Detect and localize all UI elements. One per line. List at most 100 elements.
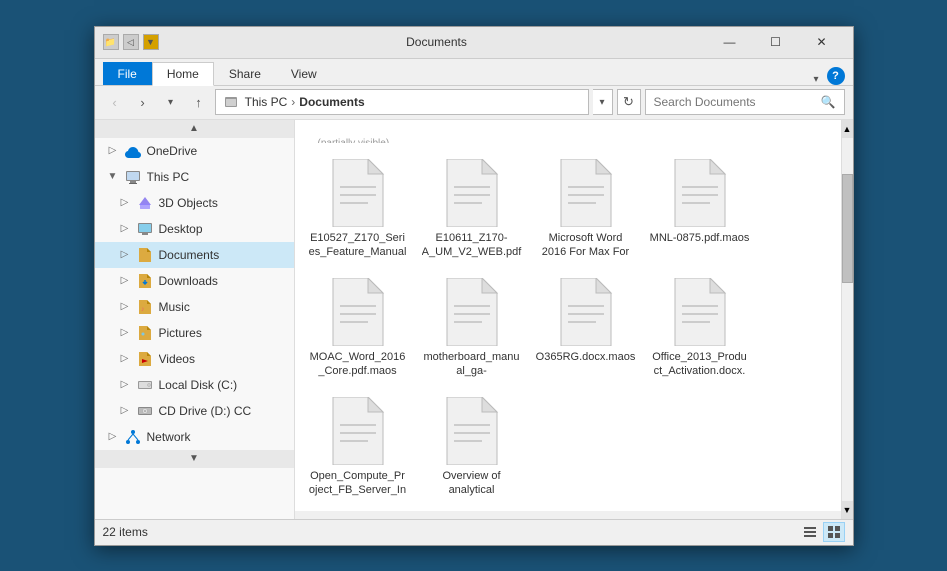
sidebar-item-3d-objects[interactable]: ▷ 3D Objects — [95, 190, 294, 216]
expand-icon-network: ▷ — [107, 431, 119, 442]
documents-icon — [137, 247, 153, 263]
refresh-button[interactable]: ↻ — [617, 89, 641, 115]
local-disk-icon — [137, 377, 153, 393]
file-item-partial-1[interactable]: (partially visible)... — [303, 128, 413, 148]
expand-icon-3d: ▷ — [119, 197, 131, 208]
sidebar-scroll-down[interactable]: ▼ — [95, 450, 294, 468]
sidebar-item-videos[interactable]: ▷ Videos — [95, 346, 294, 372]
expand-icon-onedrive: ▷ — [107, 145, 119, 156]
minimize-button[interactable]: — — [707, 26, 753, 58]
address-dropdown-button[interactable]: ▾ — [593, 89, 613, 115]
this-pc-icon — [125, 169, 141, 185]
sidebar-scroll-up[interactable]: ▲ — [95, 120, 294, 138]
file-icon-2 — [556, 159, 616, 227]
recent-locations-button[interactable]: ▾ — [159, 90, 183, 114]
file-item-4[interactable]: MOAC_Word_2016_Core.pdf.maos — [303, 269, 413, 384]
sidebar-item-this-pc[interactable]: ▼ This PC — [95, 164, 294, 190]
file-label-6: O365RG.docx.maos — [536, 350, 636, 364]
address-path[interactable]: This PC › Documents — [215, 89, 589, 115]
tab-view[interactable]: View — [276, 62, 332, 85]
scrollbar-track — [842, 138, 853, 501]
sidebar-item-desktop[interactable]: ▷ Desktop — [95, 216, 294, 242]
ribbon: File Home Share View ▾ ? — [95, 59, 853, 86]
status-bar: 22 items — [95, 519, 853, 545]
path-item-2: Documents — [299, 95, 364, 109]
back-button[interactable]: ‹ — [103, 90, 127, 114]
scrollbar-down[interactable]: ▼ — [842, 501, 853, 519]
tab-home[interactable]: Home — [152, 62, 214, 86]
tab-share[interactable]: Share — [214, 62, 276, 85]
expand-icon-downloads: ▷ — [119, 275, 131, 286]
search-input[interactable] — [654, 95, 817, 109]
file-item-3[interactable]: MNL-0875.pdf.maos — [645, 150, 755, 265]
cd-drive-icon — [137, 403, 153, 419]
view-toggle-buttons — [799, 522, 845, 542]
sidebar-label-music: Music — [159, 300, 190, 314]
sidebar-item-downloads[interactable]: ▷ Downloads — [95, 268, 294, 294]
search-box[interactable]: 🔍 — [645, 89, 845, 115]
videos-icon — [137, 351, 153, 367]
sidebar-label-videos: Videos — [159, 352, 195, 366]
file-item-1[interactable]: E10611_Z170-A_UM_V2_WEB.pdf.maos — [417, 150, 527, 265]
sidebar-item-local-disk[interactable]: ▷ Local Disk (C:) — [95, 372, 294, 398]
network-icon — [125, 429, 141, 445]
file-area-container: (partially visible)... — [295, 120, 853, 519]
pictures-icon — [137, 325, 153, 341]
file-explorer-window: 📁 ◁ ▼ Documents — ☐ ✕ File Home Share Vi… — [94, 26, 854, 546]
ribbon-collapse-chevron[interactable]: ▾ — [813, 74, 818, 85]
title-icon-1: 📁 — [103, 34, 119, 50]
sidebar-item-music[interactable]: ▷ ♪ Music — [95, 294, 294, 320]
sidebar-label-desktop: Desktop — [159, 222, 203, 236]
expand-icon-pictures: ▷ — [119, 327, 131, 338]
file-item-2[interactable]: Microsoft Word 2016 For Max For Legal Pr… — [531, 150, 641, 265]
expand-icon-documents: ▷ — [119, 249, 131, 260]
file-icon-3 — [670, 159, 730, 227]
music-icon: ♪ — [137, 299, 153, 315]
grid-view-button[interactable] — [823, 522, 845, 542]
sidebar-item-onedrive[interactable]: ▷ OneDrive — [95, 138, 294, 164]
tab-file[interactable]: File — [103, 62, 152, 85]
address-bar: ‹ › ▾ ↑ This PC › Documents ▾ ↻ 🔍 — [95, 86, 853, 120]
vertical-scrollbar[interactable]: ▲ ▼ — [841, 120, 853, 519]
forward-button[interactable]: › — [131, 90, 155, 114]
status-count: 22 items — [103, 525, 148, 539]
sidebar-item-pictures[interactable]: ▷ Pictures — [95, 320, 294, 346]
title-bar-icons: 📁 ◁ ▼ — [103, 34, 159, 50]
file-item-6[interactable]: O365RG.docx.maos — [531, 269, 641, 384]
file-icon-6 — [556, 278, 616, 346]
expand-icon-videos: ▷ — [119, 353, 131, 364]
help-button[interactable]: ? — [827, 67, 845, 85]
file-label-1: E10611_Z170-A_UM_V2_WEB.pdf.maos — [422, 231, 522, 260]
close-button[interactable]: ✕ — [799, 26, 845, 58]
main-area: ▲ ▷ OneDrive ▼ This PC ▷ — [95, 120, 853, 519]
scrollbar-up[interactable]: ▲ — [842, 120, 853, 138]
expand-icon-local-disk: ▷ — [119, 379, 131, 390]
3d-objects-icon — [137, 195, 153, 211]
maximize-button[interactable]: ☐ — [753, 26, 799, 58]
sidebar-label-cd-drive: CD Drive (D:) CC — [159, 404, 252, 418]
window-controls: — ☐ ✕ — [707, 26, 845, 58]
sidebar-item-cd-drive[interactable]: ▷ CD Drive (D:) CC — [95, 398, 294, 424]
file-area: (partially visible)... — [295, 120, 853, 511]
sidebar-label-pictures: Pictures — [159, 326, 202, 340]
sidebar-label-3d: 3D Objects — [159, 196, 218, 210]
file-item-8[interactable]: Open_Compute_Project_FB_Server_Intel_Mot… — [303, 388, 413, 503]
desktop-icon — [137, 221, 153, 237]
file-item-0[interactable]: E10527_Z170_Series_Feature_Manual_UM_WEB… — [303, 150, 413, 265]
up-button[interactable]: ↑ — [187, 90, 211, 114]
file-icon-7 — [670, 278, 730, 346]
file-item-5[interactable]: motherboard_manual_ga-8irx_e.pdf.maos — [417, 269, 527, 384]
partial-file-row: (partially visible)... — [303, 128, 845, 148]
sidebar-item-network[interactable]: ▷ Network — [95, 424, 294, 450]
file-label-2: Microsoft Word 2016 For Max For Legal Pr… — [536, 231, 636, 260]
scrollbar-thumb[interactable] — [842, 174, 853, 283]
title-icon-3: ▼ — [143, 34, 159, 50]
file-item-7[interactable]: Office_2013_Product_Activation.docx.maos — [645, 269, 755, 384]
file-label-5: motherboard_manual_ga-8irx_e.pdf.maos — [422, 350, 522, 379]
list-view-button[interactable] — [799, 522, 821, 542]
sidebar-label-onedrive: OneDrive — [147, 144, 198, 158]
file-label-9: Overview of analytical steps.docx.maos — [422, 469, 522, 498]
file-item-9[interactable]: Overview of analytical steps.docx.maos — [417, 388, 527, 503]
sidebar: ▲ ▷ OneDrive ▼ This PC ▷ — [95, 120, 295, 519]
sidebar-item-documents[interactable]: ▷ Documents — [95, 242, 294, 268]
